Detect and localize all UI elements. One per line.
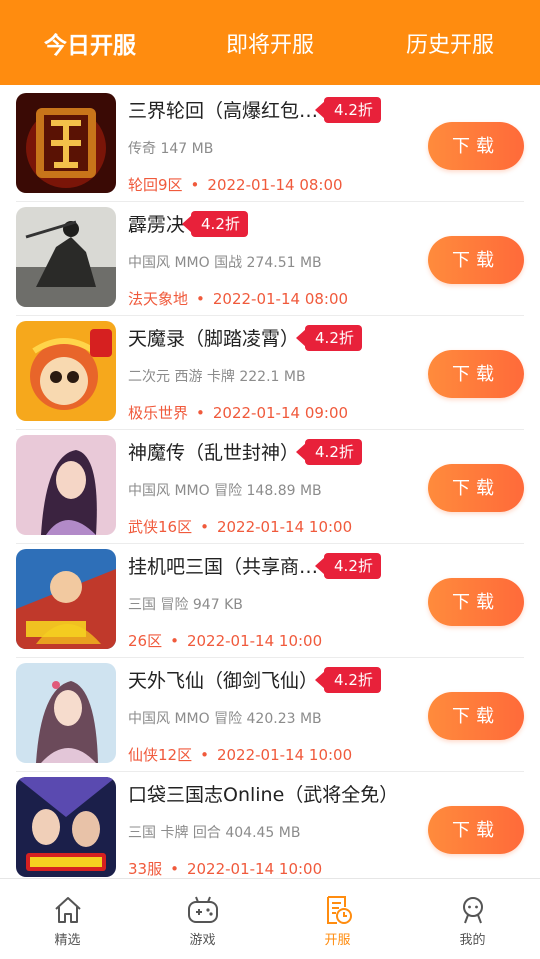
server-info: 轮回9区 • 2022-01-14 08:00 (128, 174, 343, 195)
game-icon[interactable] (16, 777, 116, 877)
discount-badge: 4.2折 (296, 324, 362, 351)
game-title[interactable]: 三界轮回（高爆红包… (128, 96, 318, 123)
top-tab-bar: 今日开服 即将开服 历史开服 (0, 0, 540, 85)
game-server-list: 三界轮回（高爆红包… 4.2折 传奇 147 MB 轮回9区 • 2022-01-1… (0, 88, 540, 886)
game-icon[interactable] (16, 321, 116, 421)
game-title[interactable]: 天外飞仙（御剑飞仙） (128, 666, 318, 693)
server-open-time: 2022-01-14 10:00 (186, 632, 323, 650)
nav-item-servers[interactable]: 开服 (288, 879, 388, 959)
tab-upcoming-servers[interactable]: 即将开服 (195, 27, 345, 59)
download-button[interactable]: 下载 (428, 350, 524, 398)
bottom-nav: 精选 游戏 开服 我的 (0, 878, 540, 959)
server-open-time: 2022-01-14 10:00 (186, 860, 323, 878)
nav-item-games[interactable]: 游戏 (153, 879, 253, 959)
server-name: 26区 (128, 632, 163, 650)
server-list-icon (326, 896, 352, 924)
server-open-time: 2022-01-14 08:00 (207, 176, 343, 194)
game-title[interactable]: 挂机吧三国（共享商… (128, 552, 318, 579)
nav-label: 开服 (324, 933, 351, 948)
list-item[interactable]: 神魔传（乱世封神） 4.2折 中国风 MMO 冒险 148.89 MB 武侠16… (16, 430, 524, 544)
server-info: 极乐世界 • 2022-01-14 09:00 (128, 402, 348, 423)
game-icon[interactable] (16, 663, 116, 763)
list-item[interactable]: 天外飞仙（御剑飞仙） 4.2折 中国风 MMO 冒险 420.23 MB 仙侠1… (16, 658, 524, 772)
game-tags-size: 传奇 147 MB (128, 141, 214, 157)
nav-label: 我的 (459, 933, 486, 948)
game-title[interactable]: 天魔录（脚踏凌霄） (128, 324, 299, 351)
download-button[interactable]: 下载 (428, 236, 524, 284)
game-title[interactable]: 霹雳决 (128, 210, 185, 237)
download-button[interactable]: 下载 (428, 464, 524, 512)
server-info: 武侠16区 • 2022-01-14 10:00 (128, 516, 352, 537)
game-tags-size: 中国风 MMO 冒险 148.89 MB (128, 483, 322, 499)
list-item[interactable]: 口袋三国志Online（武将全免） 三国 卡牌 回合 404.45 MB 33服… (16, 772, 524, 886)
download-button[interactable]: 下载 (428, 122, 524, 170)
game-tags-size: 三国 卡牌 回合 404.45 MB (128, 825, 301, 841)
server-name: 轮回9区 (128, 176, 183, 194)
game-tags-size: 三国 冒险 947 KB (128, 597, 243, 613)
game-tags-size: 中国风 MMO 国战 274.51 MB (128, 255, 322, 271)
server-info: 法天象地 • 2022-01-14 08:00 (128, 288, 348, 309)
server-name: 极乐世界 (128, 404, 189, 422)
game-icon[interactable] (16, 207, 116, 307)
game-icon[interactable] (16, 435, 116, 535)
server-info: 33服 • 2022-01-14 10:00 (128, 858, 322, 879)
gamepad-icon (187, 896, 218, 923)
discount-badge: 4.2折 (315, 96, 381, 123)
discount-badge: 4.2折 (315, 666, 381, 693)
server-open-time: 2022-01-14 09:00 (212, 404, 349, 422)
separator-dot: • (200, 746, 209, 764)
separator-dot: • (196, 404, 205, 422)
separator-dot: • (200, 518, 209, 536)
nav-item-featured[interactable]: 精选 (18, 879, 118, 959)
server-name: 法天象地 (128, 290, 189, 308)
separator-dot: • (170, 632, 179, 650)
list-item[interactable]: 挂机吧三国（共享商… 4.2折 三国 冒险 947 KB 26区 • 2022-01… (16, 544, 524, 658)
download-button[interactable]: 下载 (428, 806, 524, 854)
discount-badge: 4.2折 (315, 552, 381, 579)
server-name: 武侠16区 (128, 518, 193, 536)
separator-dot: • (190, 176, 200, 194)
game-title[interactable]: 神魔传（乱世封神） (128, 438, 299, 465)
server-info: 26区 • 2022-01-14 10:00 (128, 630, 322, 651)
tab-history-servers[interactable]: 历史开服 (375, 27, 525, 59)
server-open-time: 2022-01-14 08:00 (212, 290, 349, 308)
list-item[interactable]: 三界轮回（高爆红包… 4.2折 传奇 147 MB 轮回9区 • 2022-01-1… (16, 88, 524, 202)
nav-item-profile[interactable]: 我的 (423, 879, 523, 959)
nav-label: 精选 (54, 933, 81, 948)
server-open-time: 2022-01-14 10:00 (216, 746, 353, 764)
game-icon[interactable] (16, 93, 116, 193)
discount-badge: 4.2折 (182, 210, 248, 237)
profile-icon (462, 897, 483, 924)
game-tags-size: 二次元 西游 卡牌 222.1 MB (128, 369, 306, 385)
download-button[interactable]: 下载 (428, 578, 524, 626)
separator-dot: • (170, 860, 179, 878)
server-info: 仙侠12区 • 2022-01-14 10:00 (128, 744, 352, 765)
discount-badge: 4.2折 (296, 438, 362, 465)
game-icon[interactable] (16, 549, 116, 649)
home-icon (54, 897, 81, 923)
nav-label: 游戏 (189, 933, 216, 948)
list-item[interactable]: 霹雳决 4.2折 中国风 MMO 国战 274.51 MB 法天象地 • 2022-… (16, 202, 524, 316)
download-button[interactable]: 下载 (428, 692, 524, 740)
tab-today-servers[interactable]: 今日开服 (15, 26, 165, 60)
game-tags-size: 中国风 MMO 冒险 420.23 MB (128, 711, 322, 727)
game-title[interactable]: 口袋三国志Online（武将全免） (128, 780, 398, 807)
server-name: 仙侠12区 (128, 746, 193, 764)
server-open-time: 2022-01-14 10:00 (216, 518, 353, 536)
list-item[interactable]: 天魔录（脚踏凌霄） 4.2折 二次元 西游 卡牌 222.1 MB 极乐世界 • 2… (16, 316, 524, 430)
server-name: 33服 (128, 860, 163, 878)
separator-dot: • (196, 290, 205, 308)
